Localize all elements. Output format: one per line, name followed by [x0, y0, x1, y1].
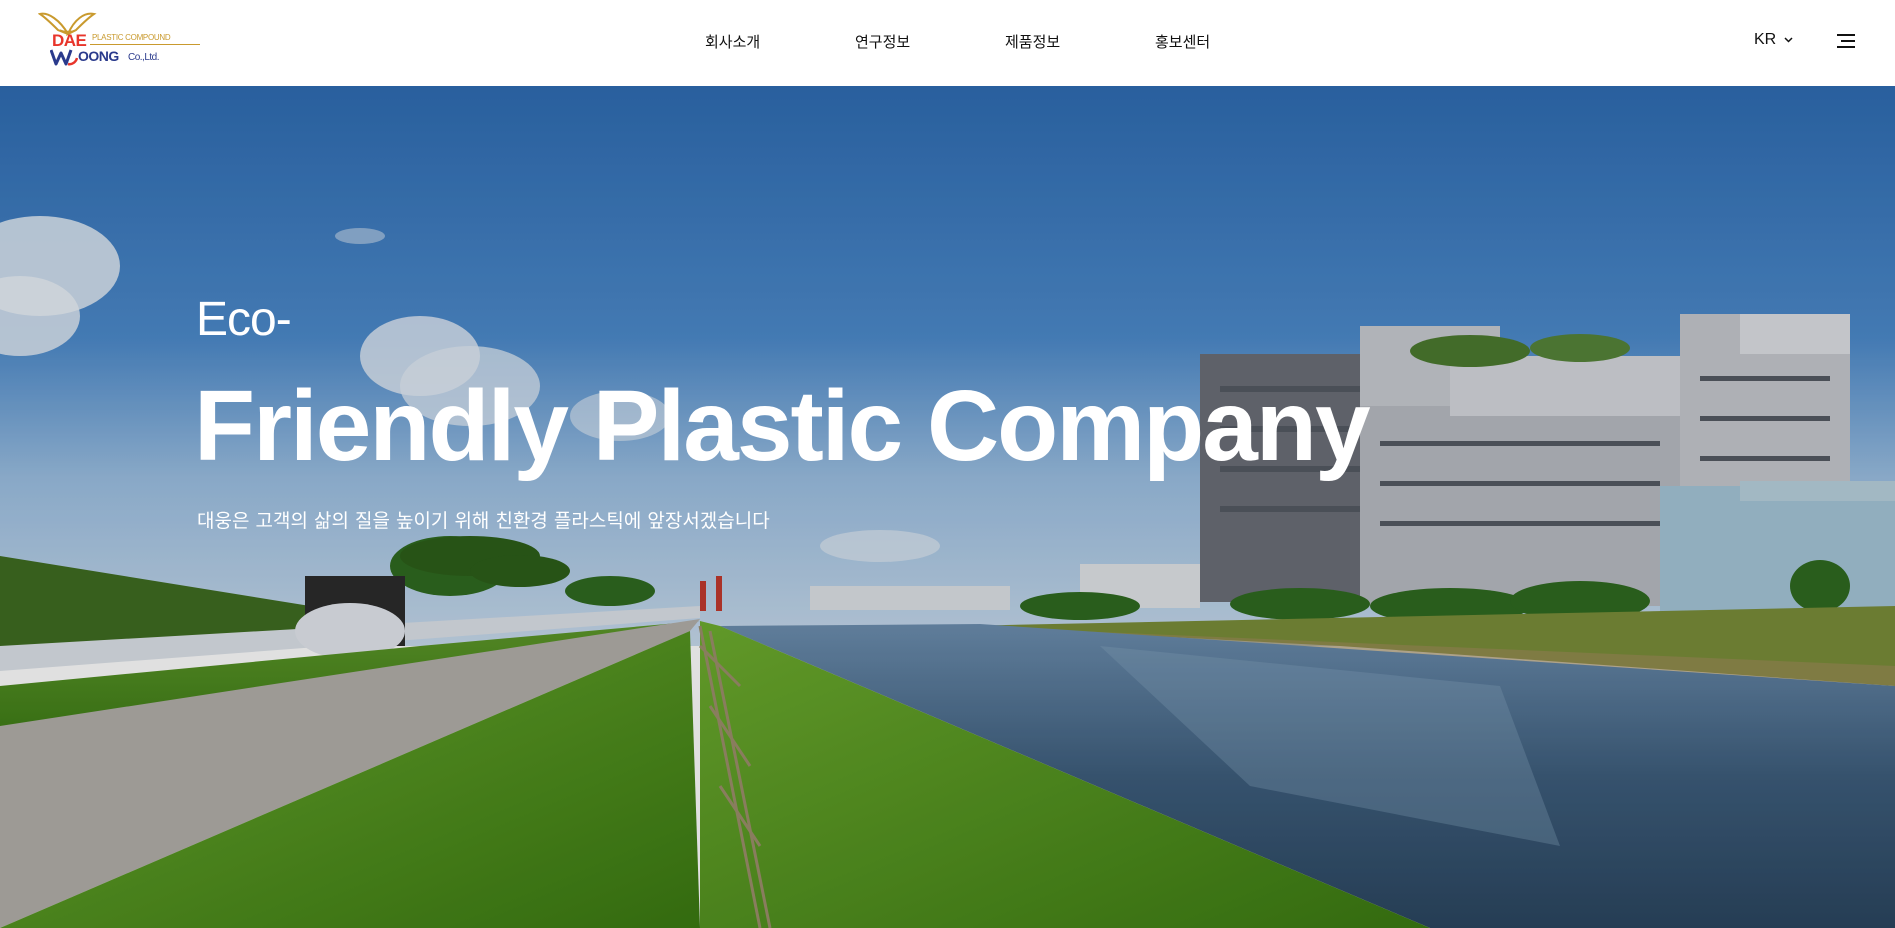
hero-headline: Friendly Plastic Company [194, 370, 1371, 482]
nav-item-company[interactable]: 회사소개 [705, 31, 760, 52]
hamburger-menu-button[interactable] [1837, 33, 1855, 49]
nav-item-research[interactable]: 연구정보 [855, 31, 910, 52]
chevron-down-icon [1784, 37, 1793, 43]
nav-item-products[interactable]: 제품정보 [1005, 31, 1060, 52]
hero-eyebrow: Eco- [196, 293, 292, 346]
hero-banner: Eco- Friendly Plastic Company 대웅은 고객의 삶의… [0, 86, 1895, 928]
hero-subtitle: 대웅은 고객의 삶의 질을 높이기 위해 친환경 플라스틱에 앞장서겠습니다 [197, 510, 770, 532]
site-header: DAE PLASTIC COMPOUND OONG Co.,Ltd. 회사소개 … [0, 0, 1895, 86]
nav-item-pr-center[interactable]: 홍보센터 [1155, 31, 1210, 52]
main-nav: 회사소개 연구정보 제품정보 홍보센터 [0, 0, 1895, 86]
language-label: KR [1754, 31, 1777, 48]
language-selector[interactable]: KR [1754, 31, 1793, 49]
hamburger-icon [1837, 34, 1855, 48]
